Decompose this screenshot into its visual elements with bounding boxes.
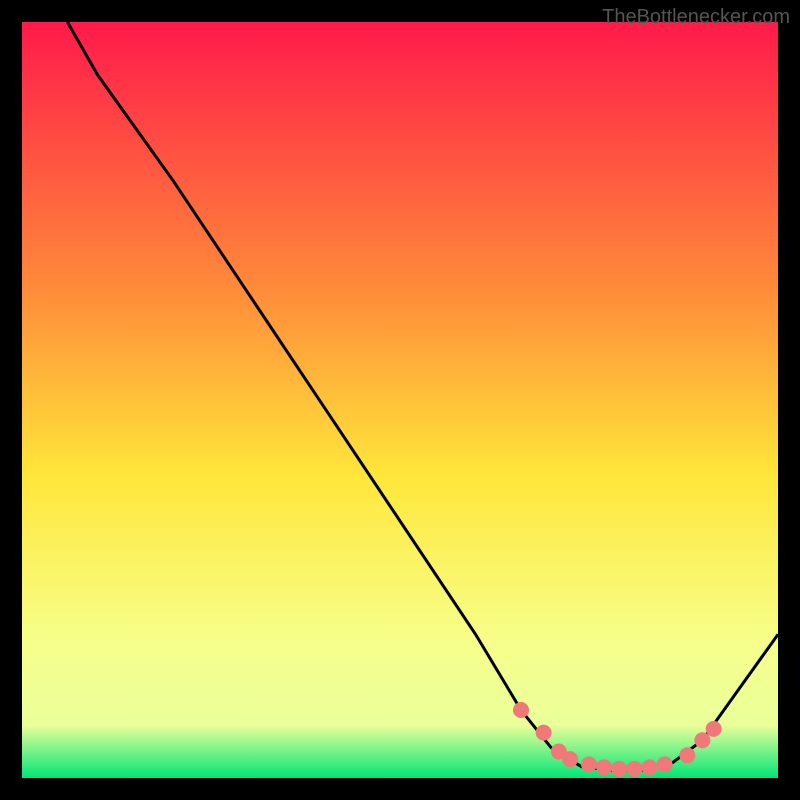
curve-dot: [642, 759, 658, 775]
curve-dot: [596, 759, 612, 775]
curve-dot: [626, 761, 642, 777]
curve-dot: [611, 761, 627, 777]
curve-dot: [581, 756, 597, 772]
chart-plot-area: [22, 22, 778, 778]
curve-dot: [694, 732, 710, 748]
curve-dot: [562, 751, 578, 767]
chart-svg: [22, 22, 778, 778]
curve-dot: [657, 756, 673, 772]
gradient-background: [22, 22, 778, 778]
curve-dot: [706, 721, 722, 737]
curve-dot: [679, 747, 695, 763]
curve-dot: [536, 725, 552, 741]
watermark-text: TheBottlenecker.com: [602, 6, 790, 29]
curve-dot: [513, 702, 529, 718]
